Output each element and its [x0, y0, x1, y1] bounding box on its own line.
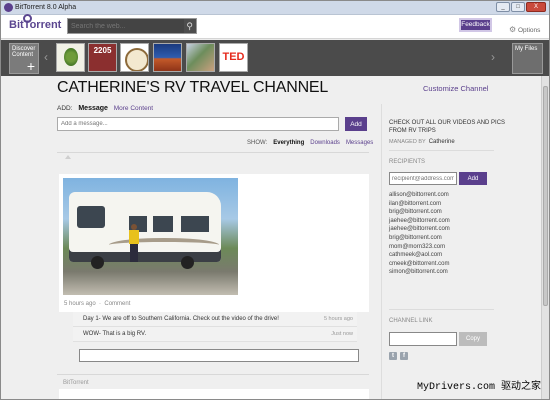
recipient-item: jaehee@bittorrent.com	[389, 226, 450, 233]
channel-description: CHECK OUT ALL OUR VIDEOS AND PICS FROM R…	[389, 120, 506, 134]
brand-ring-icon	[23, 14, 32, 23]
plus-icon: +	[26, 58, 35, 74]
recipient-item: cathmeek@aol.com	[389, 252, 443, 259]
recipient-input[interactable]	[389, 172, 457, 185]
maximize-button[interactable]: □	[511, 2, 525, 12]
caret-icon	[65, 155, 71, 159]
divider	[57, 374, 369, 375]
comment: WOW- That is a big RV. Just now	[73, 327, 357, 342]
legs	[130, 244, 138, 262]
app-strip: Discover Content + ‹ 2205 TED › My Files	[1, 40, 549, 76]
comment-link[interactable]: Comment	[104, 301, 130, 307]
watermark: MyDrivers.com 驱动之家	[416, 382, 541, 393]
person-figure	[129, 224, 139, 264]
add-message-button[interactable]: Add	[345, 117, 367, 131]
window-controls: _ □ X	[496, 2, 546, 12]
top-bar: BitTorrent ⚲ Feedback ⚙ Options	[1, 14, 549, 39]
post-meta: 5 hours ago · Comment	[64, 301, 131, 307]
filter-everything[interactable]: Everything	[273, 140, 304, 146]
scroll-left-icon[interactable]: ‹	[44, 50, 48, 64]
gear-icon: ⚙	[509, 25, 517, 34]
next-post-card	[59, 389, 369, 399]
divider	[389, 150, 494, 151]
twitter-icon[interactable]: t	[389, 352, 397, 360]
comment-time: 5 hours ago	[323, 316, 353, 322]
app-tile-tree[interactable]	[56, 43, 85, 72]
post-time: 5 hours ago	[64, 301, 96, 307]
options-button[interactable]: ⚙ Options	[509, 25, 540, 34]
app-tile-seal[interactable]	[120, 43, 149, 72]
scrollbar-thumb[interactable]	[543, 86, 548, 306]
search-input[interactable]	[68, 19, 184, 33]
comment-text: WOW- That is a big RV.	[83, 331, 147, 337]
comment: Day 1- We are off to Southern California…	[73, 312, 357, 327]
add-recipient-button[interactable]: Add	[459, 172, 487, 185]
scrollbar[interactable]	[541, 76, 549, 399]
customize-channel-link[interactable]: Customize Channel	[423, 84, 488, 93]
rv-image	[69, 192, 221, 262]
sidebar: CHECK OUT ALL OUR VIDEOS AND PICS FROM R…	[381, 104, 533, 399]
comment-time: Just now	[331, 331, 353, 337]
managed-by-label: MANAGED BY	[389, 139, 426, 145]
channel-page: CATHERINE'S RV TRAVEL CHANNEL Customize …	[1, 76, 541, 399]
channel-title: CATHERINE'S RV TRAVEL CHANNEL	[57, 79, 329, 96]
channel-link-input[interactable]	[389, 332, 457, 346]
divider	[389, 309, 494, 310]
message-input[interactable]	[57, 117, 339, 131]
discover-content-button[interactable]: Discover Content +	[9, 43, 39, 74]
close-button[interactable]: X	[526, 2, 546, 12]
recipient-item: allison@bittorrent.com	[389, 192, 449, 198]
body	[129, 230, 139, 244]
options-label: Options	[517, 27, 541, 34]
comment-list: Day 1- We are off to Southern California…	[73, 312, 357, 342]
app-tile-photo[interactable]	[186, 43, 215, 72]
tab-more-content[interactable]: More Content	[114, 105, 153, 112]
copy-link-button[interactable]: Copy	[459, 332, 487, 346]
divider	[57, 152, 369, 153]
recipient-list: allison@bittorrent.com ilan@bittorrent.c…	[389, 191, 450, 277]
window-title: BitTorrent 8.0 Alpha	[15, 4, 77, 11]
recipient-item: cmeek@bittorrent.com	[389, 260, 450, 267]
manager-name: Catherine	[428, 139, 455, 145]
recipient-item: brig@bittorrent.com	[389, 234, 442, 241]
wheel	[181, 256, 194, 269]
app-tile-2205[interactable]: 2205	[88, 43, 117, 72]
channel-link-heading: CHANNEL LINK	[389, 318, 433, 324]
app-logo-icon	[4, 3, 13, 12]
recipient-item: brig@bittorrent.com	[389, 209, 442, 216]
app-tile-sunset[interactable]	[153, 43, 182, 72]
facebook-icon[interactable]: f	[400, 352, 408, 360]
brand-logo: BitTorrent	[9, 19, 62, 31]
show-filters: SHOW: Everything Downloads Messages	[247, 140, 373, 146]
recipient-item: ilan@bittorrent.com	[389, 200, 442, 207]
next-post-author: BitTorrent	[63, 380, 89, 386]
reply-input[interactable]	[79, 349, 359, 362]
managed-by: MANAGED BY Catherine	[389, 139, 455, 145]
filter-messages[interactable]: Messages	[346, 140, 373, 146]
recipient-item: simon@bittorrent.com	[389, 269, 448, 276]
app-window: BitTorrent 8.0 Alpha _ □ X BitTorrent ⚲ …	[0, 0, 550, 400]
post-card: 5 hours ago · Comment	[59, 174, 369, 312]
app-tile-ted[interactable]: TED	[219, 43, 248, 72]
title-bar: BitTorrent 8.0 Alpha _ □ X	[1, 1, 549, 15]
rv-stripe	[109, 238, 219, 252]
recipient-item: mom@morn323.com	[389, 243, 446, 250]
show-label: SHOW:	[247, 140, 268, 146]
add-row: ADD: Message More Content	[57, 105, 153, 112]
rv-photo[interactable]	[63, 178, 238, 295]
minimize-button[interactable]: _	[496, 2, 510, 12]
tab-message[interactable]: Message	[78, 105, 108, 112]
comment-text: Day 1- We are off to Southern California…	[83, 316, 279, 322]
recipient-item: jaehee@bittorrent.com	[389, 217, 450, 224]
filter-downloads[interactable]: Downloads	[310, 140, 340, 146]
wheel	[91, 256, 104, 269]
discover-label: Discover Content	[12, 46, 36, 58]
my-files-button[interactable]: My Files	[512, 43, 543, 74]
add-label: ADD:	[57, 105, 73, 112]
recipients-heading: RECIPIENTS	[389, 159, 426, 165]
search-icon[interactable]: ⚲	[186, 21, 193, 32]
feedback-button[interactable]: Feedback	[459, 18, 492, 32]
web-search: ⚲	[67, 18, 197, 34]
scroll-right-icon[interactable]: ›	[491, 50, 495, 64]
